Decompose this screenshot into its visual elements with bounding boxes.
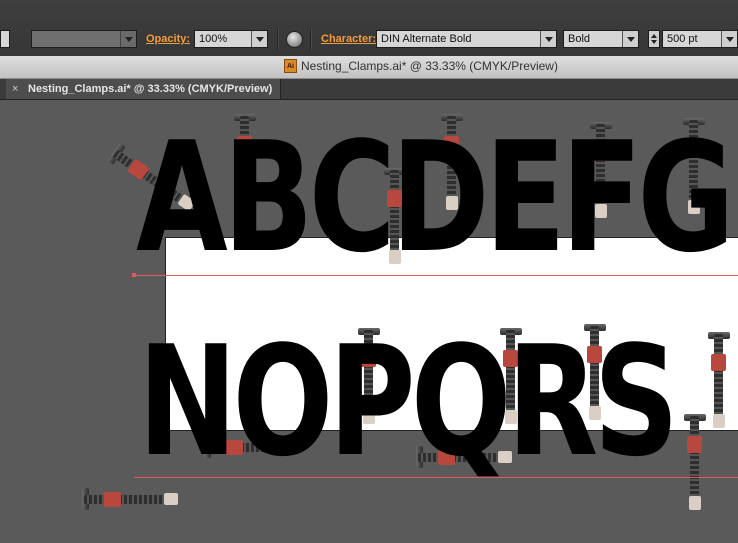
illustrator-file-icon: Ai bbox=[284, 59, 297, 73]
chevron-down-icon bbox=[251, 31, 267, 47]
opacity-value: 100% bbox=[199, 33, 228, 45]
font-family-value: DIN Alternate Bold bbox=[381, 33, 472, 45]
font-family-select[interactable]: DIN Alternate Bold bbox=[376, 30, 557, 48]
opacity-label[interactable]: Opacity: bbox=[146, 30, 190, 48]
close-icon[interactable]: × bbox=[12, 79, 18, 99]
font-size-value: 500 pt bbox=[667, 33, 698, 45]
document-tab-strip: × Nesting_Clamps.ai* @ 33.33% (CMYK/Prev… bbox=[0, 79, 738, 100]
font-size-stepper[interactable] bbox=[648, 30, 660, 48]
document-tab-label: Nesting_Clamps.ai* @ 33.33% (CMYK/Previe… bbox=[28, 83, 273, 95]
chevron-down-icon bbox=[622, 31, 638, 47]
arrow-down-icon bbox=[651, 40, 657, 44]
control-bar: Opacity: 100% Character: DIN Alternate B… bbox=[0, 0, 738, 57]
baseline-guide bbox=[134, 275, 738, 276]
type-line-1[interactable]: ABCDEFG bbox=[136, 122, 735, 274]
recolor-globe-icon[interactable] bbox=[286, 31, 303, 48]
type-line-2[interactable]: NOPQRS bbox=[138, 326, 679, 478]
font-style-value: Bold bbox=[568, 33, 591, 45]
divider bbox=[277, 28, 278, 50]
font-style-select[interactable]: Bold bbox=[563, 30, 639, 48]
window-title-bar: Ai Nesting_Clamps.ai* @ 33.33% (CMYK/Pre… bbox=[0, 56, 738, 79]
window-title: Nesting_Clamps.ai* @ 33.33% (CMYK/Previe… bbox=[301, 59, 558, 73]
anchor-point[interactable] bbox=[132, 273, 136, 277]
chevron-down-icon bbox=[721, 31, 737, 47]
font-size-field[interactable]: 500 pt bbox=[662, 30, 738, 48]
chevron-down-icon bbox=[120, 31, 136, 47]
baseline-guide bbox=[134, 477, 738, 478]
bar-clamp-icon[interactable] bbox=[684, 412, 728, 512]
style-dropdown[interactable] bbox=[31, 30, 137, 48]
character-label[interactable]: Character: bbox=[321, 30, 376, 48]
arrow-up-icon bbox=[651, 34, 657, 38]
divider bbox=[310, 28, 311, 50]
chevron-down-icon bbox=[540, 31, 556, 47]
canvas[interactable]: ABCDEFG NOPQRS bbox=[0, 100, 738, 543]
stroke-field-edge[interactable] bbox=[0, 30, 10, 48]
opacity-field[interactable]: 100% bbox=[194, 30, 268, 48]
document-tab[interactable]: × Nesting_Clamps.ai* @ 33.33% (CMYK/Prev… bbox=[6, 79, 281, 99]
